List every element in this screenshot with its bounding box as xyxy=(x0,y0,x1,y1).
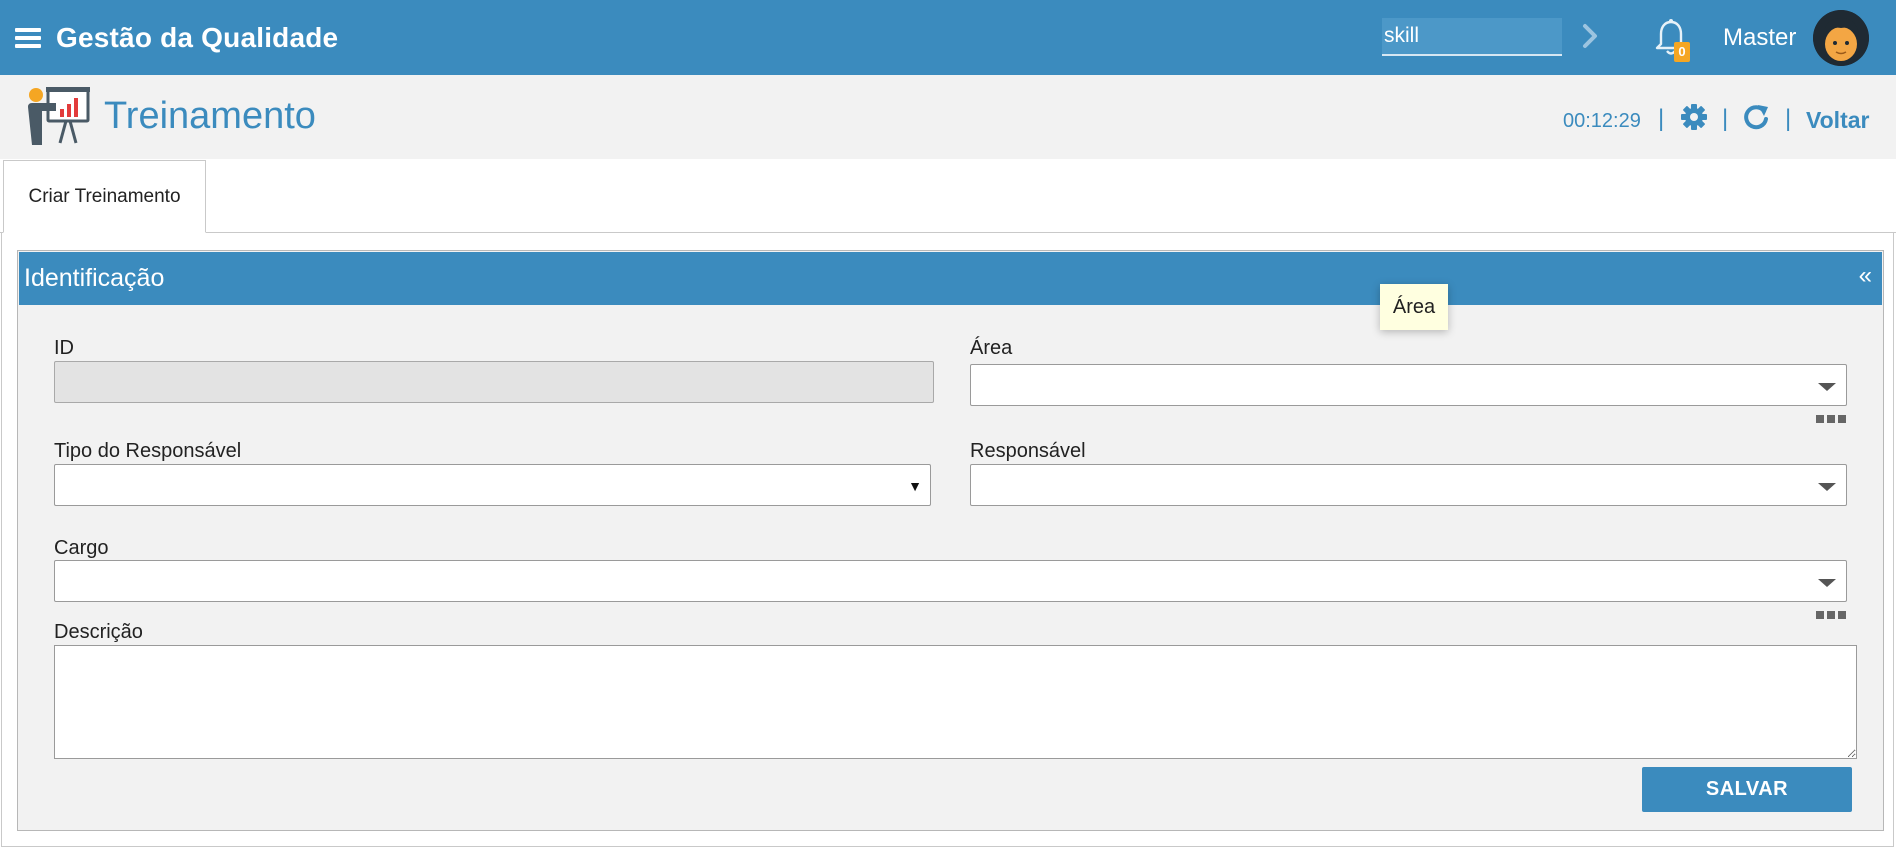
gear-icon[interactable] xyxy=(1680,103,1708,131)
cargo-select[interactable] xyxy=(54,560,1847,602)
panel-header: Identificação « xyxy=(19,252,1882,305)
tipo-responsavel-select[interactable]: ▼ xyxy=(54,464,931,506)
page-header: Treinamento 00:12:29 | | | Voltar xyxy=(0,75,1896,159)
responsavel-label: Responsável xyxy=(970,440,1086,462)
top-navbar: Gestão da Qualidade 0 Master xyxy=(0,0,1896,75)
notification-count-badge: 0 xyxy=(1674,42,1690,62)
area-select[interactable] xyxy=(970,364,1847,406)
dropdown-caret-icon xyxy=(1818,483,1836,491)
separator: | xyxy=(1722,105,1729,132)
separator: | xyxy=(1658,105,1665,132)
area-label: Área xyxy=(970,337,1013,359)
collapse-toggle[interactable]: « xyxy=(1859,262,1872,290)
user-name[interactable]: Master xyxy=(1723,24,1796,52)
tab-criar-treinamento[interactable]: Criar Treinamento xyxy=(3,160,206,233)
chevron-right-icon[interactable] xyxy=(1581,22,1601,50)
descricao-textarea[interactable] xyxy=(54,645,1857,759)
tipo-responsavel-label: Tipo do Responsável xyxy=(54,440,242,462)
dropdown-caret-icon: ▼ xyxy=(908,478,922,494)
responsavel-select[interactable] xyxy=(970,464,1847,506)
session-timer: 00:12:29 xyxy=(1563,110,1641,132)
page-title: Treinamento xyxy=(104,95,316,137)
avatar[interactable] xyxy=(1813,10,1869,66)
training-presentation-icon xyxy=(28,87,90,145)
save-button[interactable]: SALVAR xyxy=(1642,767,1852,812)
panel-title: Identificação xyxy=(24,264,165,292)
refresh-icon[interactable] xyxy=(1742,103,1770,131)
id-label: ID xyxy=(54,337,74,359)
search-input[interactable] xyxy=(1382,18,1562,56)
menu-icon[interactable] xyxy=(15,28,41,48)
area-tooltip: Área xyxy=(1380,284,1448,330)
cargo-label: Cargo xyxy=(54,537,109,559)
more-options-icon[interactable] xyxy=(1816,611,1846,619)
separator: | xyxy=(1785,105,1792,132)
back-link[interactable]: Voltar xyxy=(1806,107,1869,134)
dropdown-caret-icon xyxy=(1818,383,1836,391)
dropdown-caret-icon xyxy=(1818,579,1836,587)
id-field xyxy=(54,361,934,403)
more-options-icon[interactable] xyxy=(1816,415,1846,423)
descricao-label: Descrição xyxy=(54,621,143,643)
app-title: Gestão da Qualidade xyxy=(56,22,339,53)
